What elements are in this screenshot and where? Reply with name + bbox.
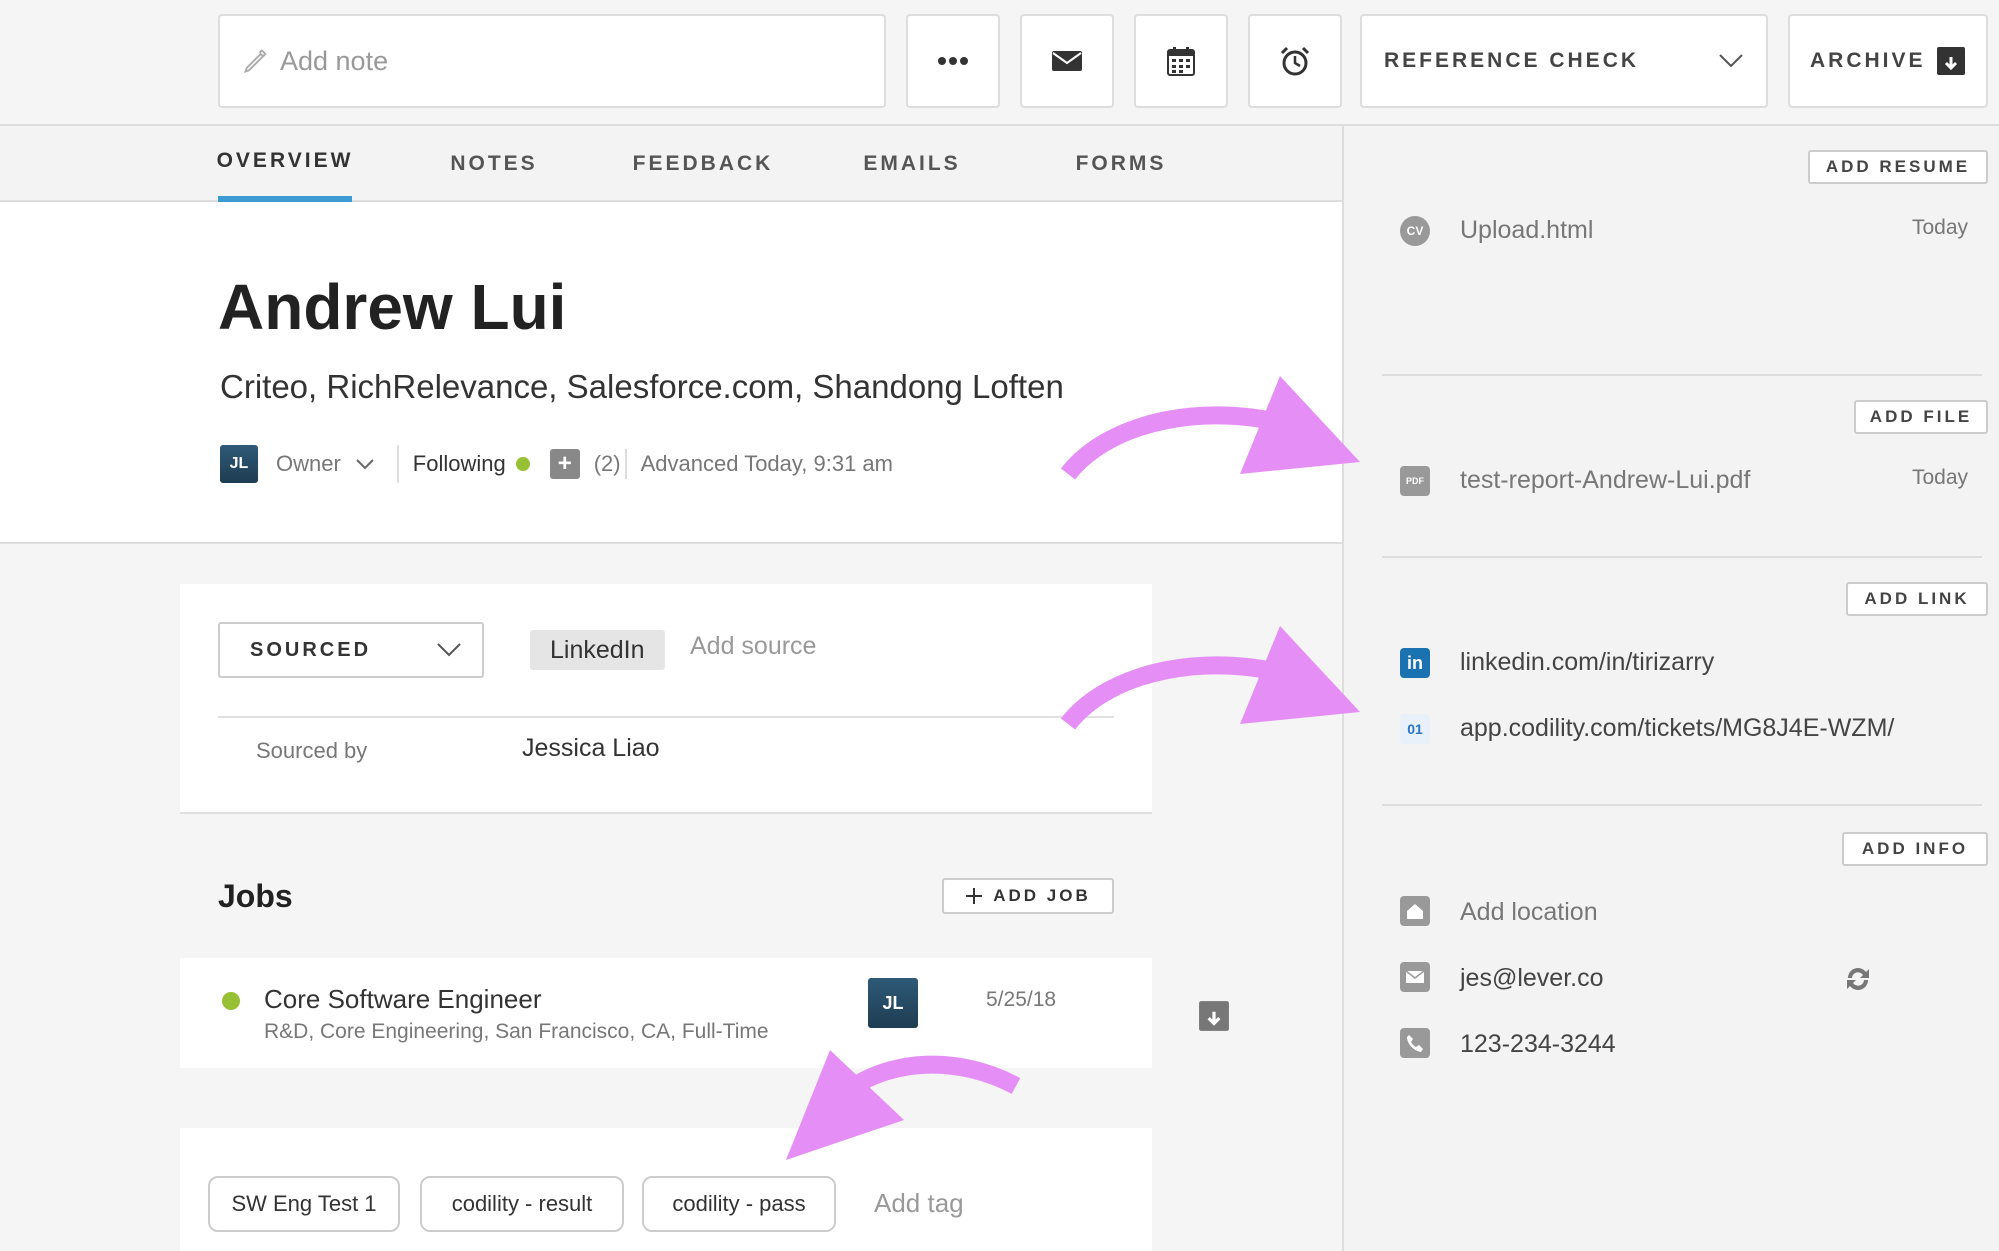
more-options-button[interactable] (906, 14, 1000, 108)
source-tag-linkedin[interactable]: LinkedIn (530, 630, 665, 670)
add-job-label: ADD JOB (993, 886, 1091, 905)
add-location-input[interactable]: Add location (1460, 898, 1598, 927)
sourced-by-label: Sourced by (256, 738, 368, 763)
advanced-timestamp: Advanced Today, 9:31 am (640, 451, 893, 476)
divider (396, 445, 399, 483)
tab-overview[interactable]: OVERVIEW (217, 126, 352, 202)
codility-link[interactable]: app.codility.com/tickets/MG8J4E-WZM/ (1460, 714, 1894, 743)
tab-forms[interactable]: FORMS (1070, 126, 1172, 202)
source-card (180, 584, 1152, 814)
archive-label: ARCHIVE (1810, 49, 1926, 72)
archive-job-button[interactable] (1198, 1000, 1230, 1037)
alarm-clock-icon (1280, 46, 1310, 76)
stage-dropdown[interactable]: REFERENCE CHECK (1360, 14, 1768, 108)
linkedin-link[interactable]: linkedin.com/in/tirizarry (1460, 648, 1714, 677)
job-title[interactable]: Core Software Engineer (264, 984, 541, 1015)
resume-file-link[interactable]: Upload.html (1460, 216, 1593, 245)
phone-value[interactable]: 123-234-3244 (1460, 1030, 1616, 1059)
divider (1382, 374, 1982, 376)
divider (624, 449, 627, 479)
email-icon (1400, 962, 1430, 992)
schedule-button[interactable] (1134, 14, 1228, 108)
tab-emails[interactable]: EMAILS (856, 126, 968, 202)
add-follower-button[interactable]: + (549, 449, 580, 479)
following-status-dot (515, 457, 530, 471)
source-type-dropdown[interactable]: SOURCED (218, 622, 484, 678)
linkedin-icon: in (1400, 648, 1430, 678)
chevron-down-icon (1719, 54, 1743, 68)
attachments-sidebar (1342, 126, 1999, 1251)
following-toggle[interactable]: Following (413, 451, 506, 477)
sourced-by-value[interactable]: Jessica Liao (522, 734, 660, 763)
reminder-button[interactable] (1248, 14, 1342, 108)
divider (1382, 556, 1982, 558)
stage-label: REFERENCE CHECK (1384, 49, 1640, 72)
add-tag-input[interactable]: Add tag (874, 1188, 964, 1219)
add-job-button[interactable]: ADD JOB (942, 878, 1114, 914)
sync-icon[interactable] (1842, 964, 1874, 999)
phone-icon (1400, 1028, 1430, 1058)
jobs-heading: Jobs (218, 878, 293, 914)
email-button[interactable] (1020, 14, 1114, 108)
chevron-down-icon (437, 643, 461, 657)
add-note-placeholder: Add note (280, 45, 389, 76)
job-details: R&D, Core Engineering, San Francisco, CA… (264, 1020, 769, 1043)
resume-icon: CV (1400, 216, 1430, 246)
job-status-dot (222, 992, 240, 1010)
resume-date: Today (1912, 216, 1969, 239)
source-type-label: SOURCED (250, 638, 372, 661)
tag-chip[interactable]: codility - result (420, 1176, 624, 1232)
archive-box-icon (1199, 1001, 1229, 1031)
candidate-name: Andrew Lui (218, 271, 567, 343)
tab-notes[interactable]: NOTES (436, 126, 552, 202)
divider (1382, 804, 1982, 806)
followers-count[interactable]: (2) (594, 451, 621, 477)
owner-label[interactable]: Owner (276, 451, 341, 477)
pencil-icon (244, 49, 267, 73)
owner-row: JL Owner Following + (2) Advanced Today,… (220, 444, 893, 484)
add-info-button[interactable]: ADD INFO (1842, 832, 1988, 866)
add-resume-button[interactable]: ADD RESUME (1808, 150, 1988, 184)
tab-bar: OVERVIEW NOTES FEEDBACK EMAILS FORMS (0, 126, 1342, 202)
add-note-input[interactable]: Add note (218, 14, 886, 108)
add-source-input[interactable]: Add source (690, 632, 816, 661)
add-link-button[interactable]: ADD LINK (1846, 582, 1988, 616)
email-value[interactable]: jes@lever.co (1460, 964, 1604, 993)
envelope-icon (1052, 51, 1082, 71)
archive-button[interactable]: ARCHIVE (1788, 14, 1988, 108)
add-file-button[interactable]: ADD FILE (1854, 400, 1988, 434)
tag-chip[interactable]: SW Eng Test 1 (208, 1176, 400, 1232)
ellipsis-icon (938, 57, 968, 65)
candidate-companies: Criteo, RichRelevance, Salesforce.com, S… (220, 368, 1064, 405)
plus-icon (966, 888, 983, 904)
tab-feedback[interactable]: FEEDBACK (632, 126, 774, 202)
home-icon (1400, 896, 1430, 926)
owner-avatar[interactable]: JL (220, 445, 258, 483)
divider (218, 716, 1114, 718)
tag-chip[interactable]: codility - pass (642, 1176, 836, 1232)
pdf-file-icon: PDF (1400, 466, 1430, 496)
job-owner-avatar[interactable]: JL (868, 978, 918, 1028)
chevron-down-icon[interactable] (355, 458, 375, 470)
job-date: 5/25/18 (986, 988, 1057, 1011)
file-date: Today (1912, 466, 1969, 489)
codility-icon: 01 (1400, 714, 1430, 744)
test-report-file-link[interactable]: test-report-Andrew-Lui.pdf (1460, 466, 1750, 495)
archive-box-icon (1937, 47, 1965, 75)
calendar-icon (1167, 47, 1195, 76)
